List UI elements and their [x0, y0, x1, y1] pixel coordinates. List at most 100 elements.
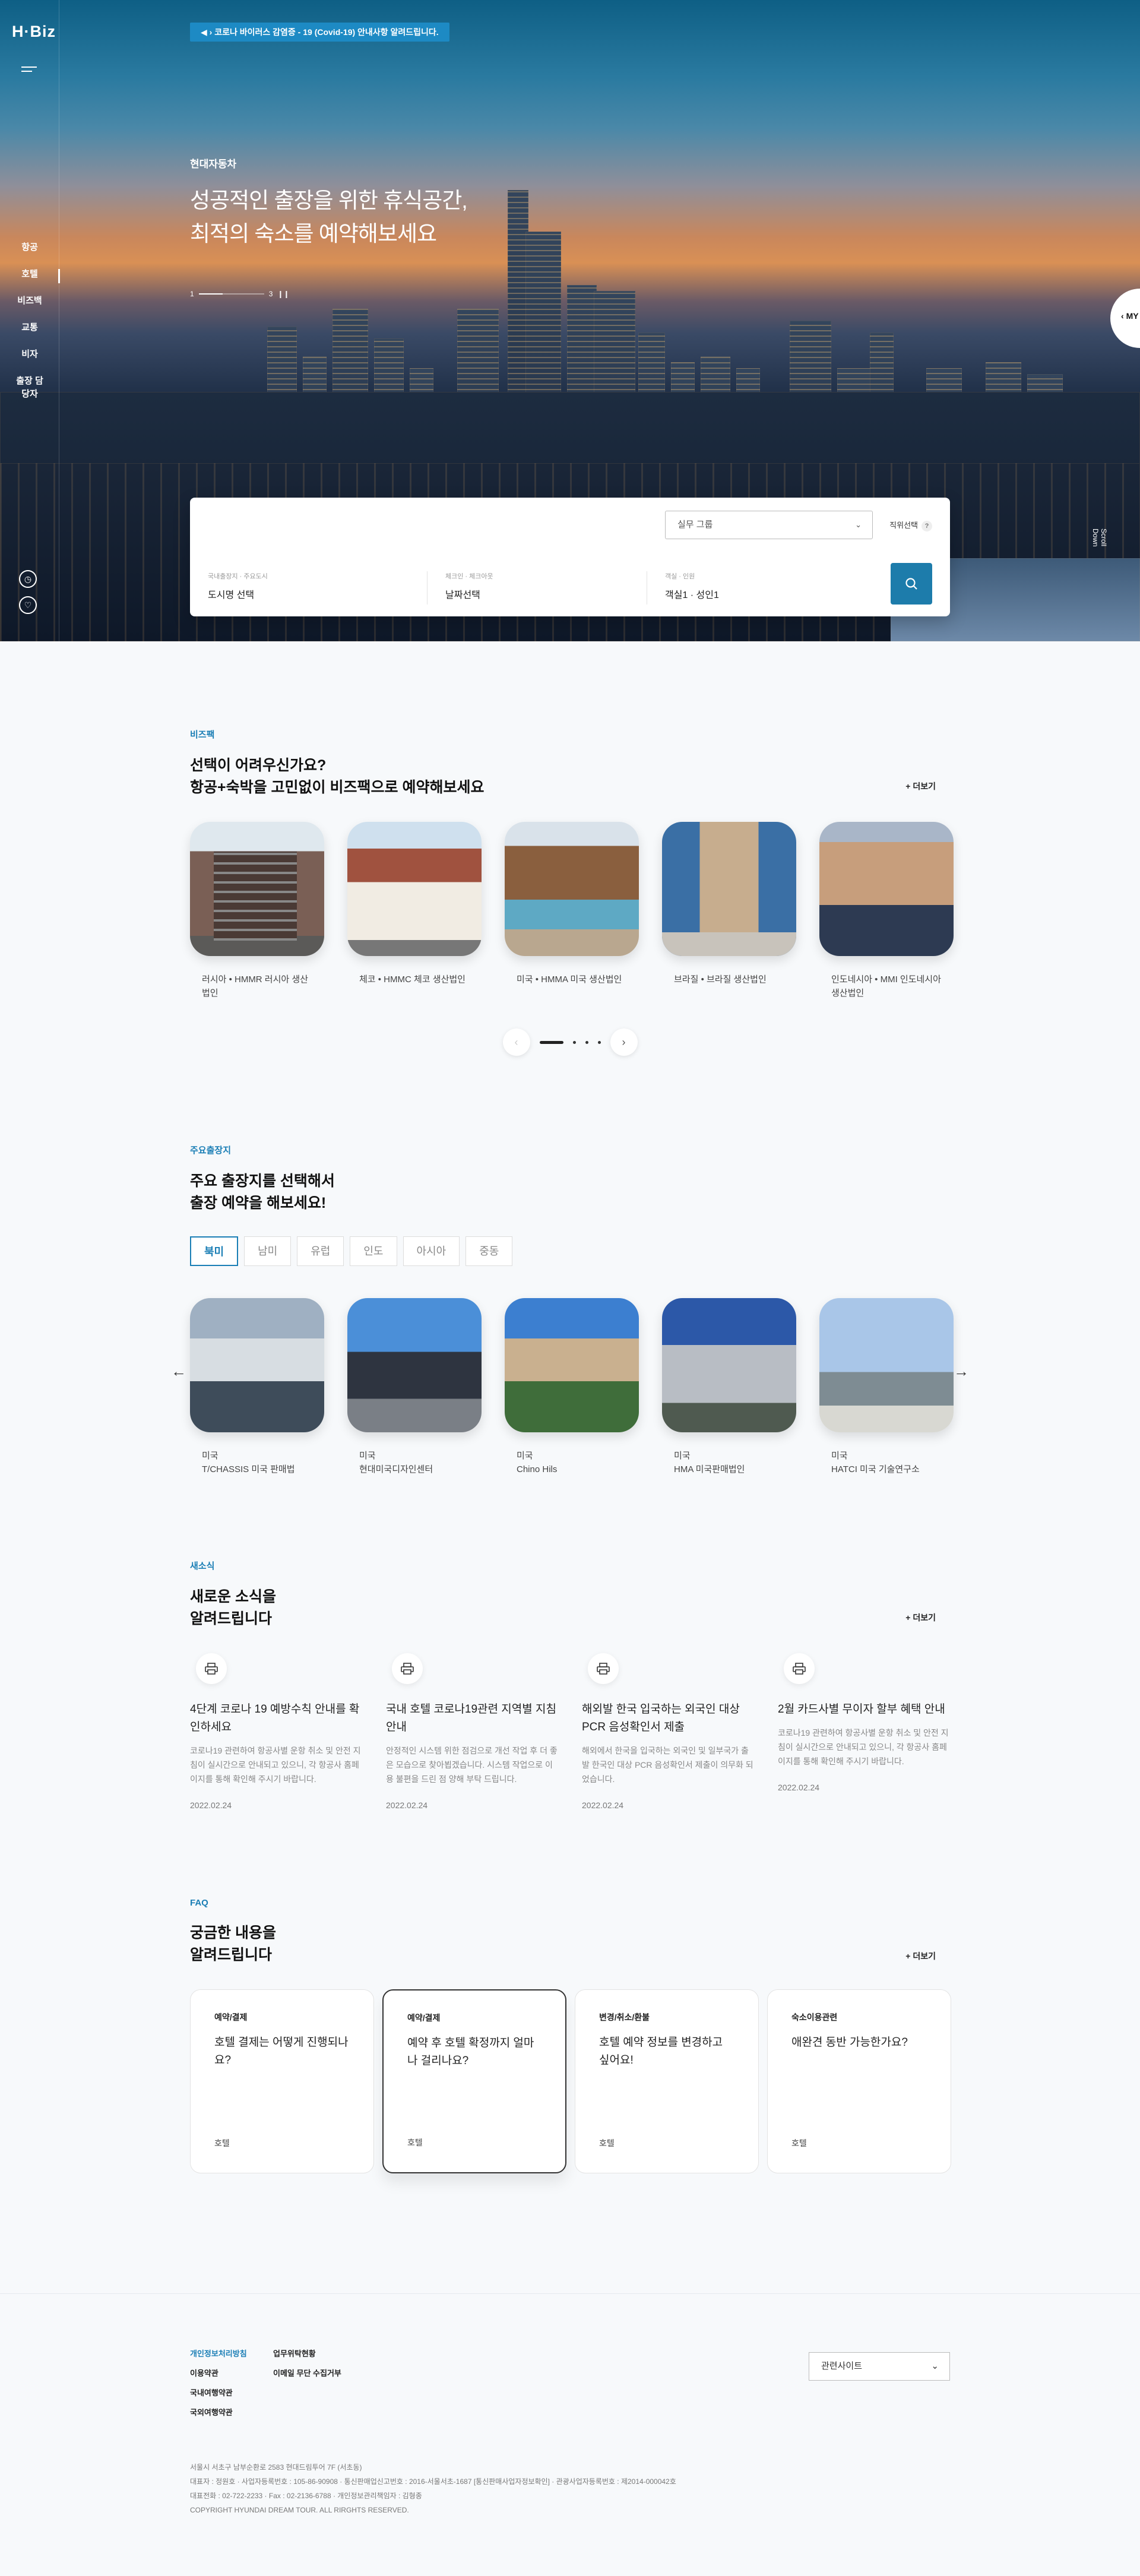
- favorite-heart-icon[interactable]: ♡: [19, 596, 37, 614]
- help-icon[interactable]: ?: [922, 521, 932, 531]
- section-title-line1: 주요 출장지를 선택해서: [190, 1173, 335, 1189]
- page-dot[interactable]: [597, 1040, 601, 1044]
- tab-middle-east[interactable]: 중동: [466, 1236, 513, 1266]
- section-title: 궁금한 내용을 알려드립니다: [190, 1922, 950, 1966]
- more-link[interactable]: + 더보기: [905, 780, 936, 792]
- card-caption: 미국 T/CHASSIS 미국 판매법: [190, 1449, 324, 1476]
- bizpack-card[interactable]: 브라질 • 브라질 생산법인: [662, 822, 796, 1000]
- sidebar-tools: ◷ ♡: [19, 570, 37, 622]
- next-arrow-icon[interactable]: →: [954, 1362, 969, 1381]
- card-caption: 인도네시아 • MMI 인도네시아 생산법인: [831, 974, 941, 998]
- city-field[interactable]: 국내출장지 · 주요도시 도시명 선택: [208, 571, 428, 605]
- footer-spacer: [273, 2406, 368, 2417]
- footer-link-terms[interactable]: 이용약관: [190, 2367, 273, 2378]
- sidebar-item-hotel[interactable]: 호텔: [0, 264, 60, 291]
- hero-title-line2: 최적의 숙소를 예약해보세요: [190, 221, 437, 246]
- my-page-button[interactable]: ‹ MY: [1110, 289, 1140, 348]
- covid-notice-banner[interactable]: ◀ › 코로나 바이러스 감염증 - 19 (Covid-19) 안내사항 알려…: [190, 23, 449, 42]
- hamburger-menu-icon[interactable]: [21, 67, 37, 77]
- tab-south-america[interactable]: 남미: [244, 1236, 292, 1266]
- position-select[interactable]: 직위선택?: [889, 519, 932, 531]
- prev-arrow-icon[interactable]: ←: [171, 1362, 186, 1381]
- scroll-down-label[interactable]: Scroll Down: [1091, 529, 1108, 561]
- more-link[interactable]: + 더보기: [905, 1612, 936, 1624]
- sidebar: H·Biz 항공 호텔 비즈백 교통 비자 출장 담당자 ◷ ♡: [0, 0, 60, 641]
- card-caption: 러시아 • HMMR 러시아 생산법인: [202, 974, 308, 998]
- destination-card[interactable]: 미국 HMA 미국판매법인: [662, 1298, 796, 1476]
- sidebar-item-visa[interactable]: 비자: [0, 344, 59, 371]
- faq-card[interactable]: 숙소이용관련 애완견 동반 가능한가요? 호텔: [767, 1989, 951, 2173]
- room-field-value: 객실1 · 성인1: [665, 590, 719, 600]
- pause-icon[interactable]: ❙❙: [277, 290, 289, 298]
- footer-link-outsourcing[interactable]: 업무위탁현황: [273, 2347, 368, 2359]
- faq-category: 숙소이용관련: [791, 2012, 838, 2022]
- tab-north-america[interactable]: 북미: [190, 1236, 239, 1266]
- search-button[interactable]: [891, 563, 932, 605]
- faq-card[interactable]: 예약/결제 호텔 결제는 어떻게 진행되나요? 호텔: [190, 1989, 374, 2173]
- news-item[interactable]: 국내 호텔 코로나19관련 지역별 지침 안내 안정적인 시스템 위한 점검으로…: [386, 1653, 558, 1810]
- section-label: 주요출장지: [190, 1145, 232, 1156]
- card-country: 미국: [674, 1451, 691, 1461]
- building-photo: [347, 822, 482, 956]
- bizpack-card[interactable]: 미국 • HMMA 미국 생산법인: [505, 822, 639, 1000]
- prev-arrow-icon[interactable]: ‹: [502, 1028, 530, 1056]
- faq-category: 예약/결제: [214, 2012, 248, 2022]
- more-link[interactable]: + 더보기: [905, 1950, 936, 1962]
- date-field-value: 날짜선택: [445, 590, 480, 600]
- card-site-name: T/CHASSIS 미국 판매법: [202, 1464, 295, 1474]
- page-dot[interactable]: [572, 1040, 576, 1044]
- sidebar-item-flight[interactable]: 항공: [0, 238, 59, 264]
- sidebar-nav: 항공 호텔 비즈백 교통 비자 출장 담당자: [0, 238, 60, 399]
- footer-link-overseas-terms[interactable]: 국외여행약관: [190, 2406, 273, 2417]
- news-title: 4단계 코로나 19 예방수칙 안내를 확인하세요: [190, 1703, 360, 1733]
- page-dot[interactable]: [585, 1040, 588, 1044]
- printer-icon: [196, 1653, 227, 1684]
- news-item[interactable]: 2월 카드사별 무이자 할부 혜택 안내 코로나19 관련하여 항공사별 운항 …: [778, 1653, 950, 1810]
- faq-card[interactable]: 변경/취소/환불 호텔 예약 정보를 변경하고 싶어요! 호텔: [575, 1989, 759, 2173]
- section-label: 비즈팩: [190, 730, 215, 740]
- news-title: 국내 호텔 코로나19관련 지역별 지침 안내: [386, 1703, 556, 1733]
- news-title: 해외발 한국 입국하는 외국인 대상 PCR 음성확인서 제출: [582, 1703, 740, 1733]
- card-caption: 미국 HMA 미국판매법인: [662, 1449, 796, 1476]
- building-photo: [190, 822, 324, 956]
- tab-india[interactable]: 인도: [350, 1236, 397, 1266]
- logo[interactable]: H·Biz: [12, 23, 56, 41]
- destination-card[interactable]: 미국 현대미국디자인센터: [347, 1298, 482, 1476]
- faq-card[interactable]: 예약/결제 예약 후 호텔 확정까지 얼마나 걸리나요? 호텔: [382, 1989, 566, 2173]
- related-sites-select[interactable]: 관련사이트 ⌄: [809, 2352, 950, 2381]
- date-field[interactable]: 체크인 · 체크아웃 날짜선택: [445, 571, 647, 605]
- footer-link-privacy[interactable]: 개인정보처리방침: [190, 2347, 273, 2359]
- card-caption: 체코 • HMMC 체코 생산법인: [359, 974, 466, 985]
- footer-link-domestic-terms[interactable]: 국내여행약관: [190, 2387, 273, 2398]
- bizpack-cards: 러시아 • HMMR 러시아 생산법인 체코 • HMMC 체코 생산법인 미국…: [190, 822, 954, 1000]
- sidebar-item-bizpack[interactable]: 비즈백: [0, 291, 59, 318]
- bizpack-card[interactable]: 인도네시아 • MMI 인도네시아 생산법인: [819, 822, 954, 1000]
- bizpack-card[interactable]: 러시아 • HMMR 러시아 생산법인: [190, 822, 324, 1000]
- faq-tag: 호텔: [214, 2138, 230, 2148]
- card-country: 미국: [202, 1451, 218, 1461]
- region-tabs: 북미 남미 유럽 인도 아시아 중동: [190, 1236, 513, 1266]
- footer-link-email-refusal[interactable]: 이메일 무단 수집거부: [273, 2367, 368, 2378]
- chevron-down-icon: ⌄: [931, 2361, 939, 2371]
- next-arrow-icon[interactable]: ›: [610, 1028, 638, 1056]
- group-select[interactable]: 실무 그룹 ⌄: [665, 511, 873, 539]
- card-site-name: HMA 미국판매법인: [674, 1464, 745, 1474]
- sidebar-item-manager[interactable]: 출장 담당자: [13, 371, 46, 399]
- bizpack-card[interactable]: 체코 • HMMC 체코 생산법인: [347, 822, 482, 1000]
- news-item[interactable]: 4단계 코로나 19 예방수칙 안내를 확인하세요 코로나19 관련하여 항공사…: [190, 1653, 362, 1810]
- news-item[interactable]: 해외발 한국 입국하는 외국인 대상 PCR 음성확인서 제출 해외에서 한국을…: [582, 1653, 754, 1810]
- destination-card[interactable]: 미국 Chino Hils: [505, 1298, 639, 1476]
- page-dot-active[interactable]: [539, 1040, 563, 1044]
- site-photo: [662, 1298, 796, 1432]
- room-field[interactable]: 객실 · 인원 객실1 · 성인1: [665, 571, 843, 605]
- section-title-line2: 출장 예약을 해보세요!: [190, 1195, 327, 1211]
- destination-card[interactable]: 미국 HATCI 미국 기술연구소: [819, 1298, 954, 1476]
- tab-asia[interactable]: 아시아: [403, 1236, 460, 1266]
- recent-clock-icon[interactable]: ◷: [19, 570, 37, 588]
- hero-pager: 1 3 ❙❙: [190, 290, 289, 298]
- destination-card[interactable]: 미국 T/CHASSIS 미국 판매법: [190, 1298, 324, 1476]
- sidebar-item-transport[interactable]: 교통: [0, 318, 59, 344]
- tab-europe[interactable]: 유럽: [297, 1236, 344, 1266]
- section-title-line2: 알려드립니다: [190, 1947, 273, 1963]
- news-date: 2022.02.24: [190, 1800, 232, 1810]
